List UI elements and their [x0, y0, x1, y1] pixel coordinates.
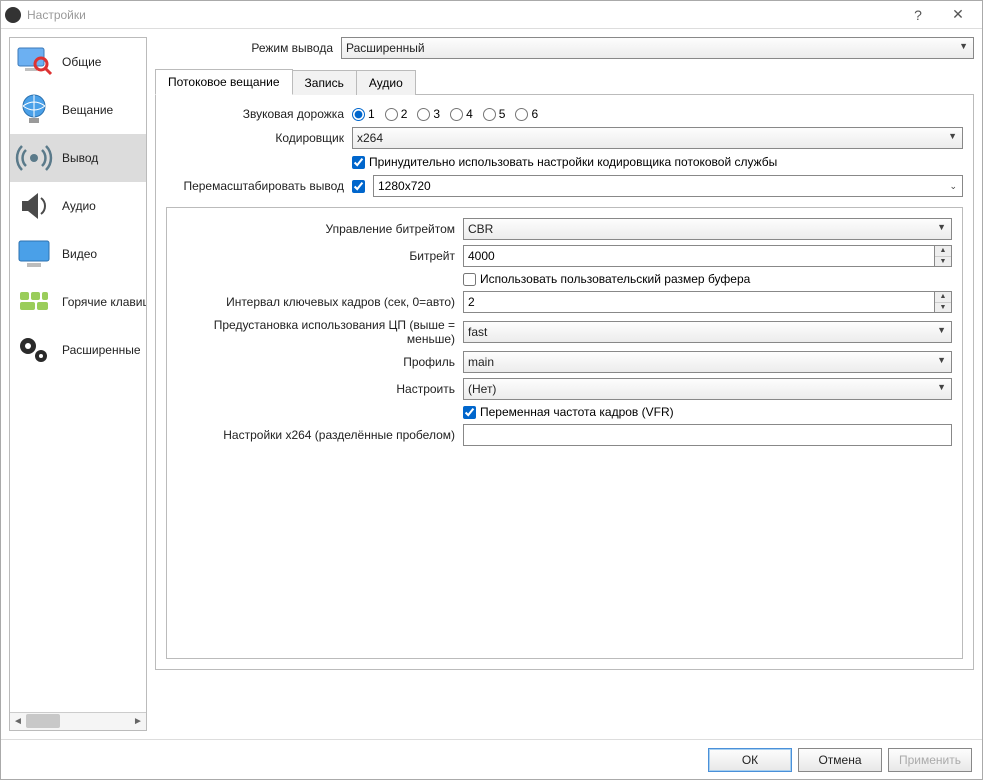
broadcast-icon — [12, 138, 56, 178]
help-button[interactable]: ? — [898, 1, 938, 28]
close-button[interactable]: ✕ — [938, 1, 978, 28]
sidebar-item-label: Вещание — [62, 103, 113, 117]
spin-down-icon[interactable]: ▼ — [935, 303, 951, 313]
window-title: Настройки — [27, 8, 898, 22]
spin-up-icon[interactable]: ▲ — [935, 292, 951, 303]
enforce-checkbox-row[interactable]: Принудительно использовать настройки код… — [352, 155, 777, 169]
audio-track-5[interactable]: 5 — [483, 107, 506, 121]
vfr-label: Переменная частота кадров (VFR) — [480, 405, 674, 419]
sidebar-item-stream[interactable]: Вещание — [10, 86, 146, 134]
audio-track-2[interactable]: 2 — [385, 107, 408, 121]
audio-track-1[interactable]: 1 — [352, 107, 375, 121]
bitrate-spinner[interactable]: ▲▼ — [934, 245, 952, 267]
rate-control-select[interactable]: CBR — [463, 218, 952, 240]
scroll-right-icon[interactable]: ► — [130, 716, 146, 727]
custom-buffer-row[interactable]: Использовать пользовательский размер буф… — [463, 272, 750, 286]
vfr-row[interactable]: Переменная частота кадров (VFR) — [463, 405, 674, 419]
keyint-input[interactable] — [463, 291, 934, 313]
audio-track-6[interactable]: 6 — [515, 107, 538, 121]
x264opts-input[interactable] — [463, 424, 952, 446]
sidebar-item-audio[interactable]: Аудио — [10, 182, 146, 230]
speaker-icon — [12, 186, 56, 226]
sidebar-item-label: Вывод — [62, 151, 98, 165]
streaming-panel: Звуковая дорожка 1 2 3 4 5 6 Кодировщик … — [155, 95, 974, 670]
sidebar-item-video[interactable]: Видео — [10, 230, 146, 278]
audio-track-radios: 1 2 3 4 5 6 — [352, 107, 538, 121]
sidebar-item-general[interactable]: Общие — [10, 38, 146, 86]
sidebar-item-hotkeys[interactable]: Горячие клавиши — [10, 278, 146, 326]
enforce-label: Принудительно использовать настройки код… — [369, 155, 777, 169]
bitrate-input[interactable] — [463, 245, 934, 267]
output-mode-label: Режим вывода — [155, 41, 333, 55]
tune-label: Настроить — [177, 382, 455, 396]
sidebar-item-label: Горячие клавиши — [62, 295, 146, 309]
rescale-combo[interactable]: 1280x720 ⌄ — [373, 175, 963, 197]
rescale-label: Перемасштабировать вывод — [166, 179, 344, 193]
sidebar-item-advanced[interactable]: Расширенные — [10, 326, 146, 374]
titlebar: Настройки ? ✕ — [1, 1, 982, 29]
tab-audio[interactable]: Аудио — [356, 70, 416, 95]
sidebar-item-output[interactable]: Вывод — [10, 134, 146, 182]
scroll-thumb[interactable] — [26, 714, 60, 728]
monitor-icon — [12, 234, 56, 274]
encoder-settings-panel: Управление битрейтом CBR▼ Битрейт ▲▼ Исп… — [166, 207, 963, 659]
custom-buffer-label: Использовать пользовательский размер буф… — [480, 272, 750, 286]
main-panel: Режим вывода Расширенный ▼ Потоковое вещ… — [155, 37, 974, 731]
output-mode-select[interactable]: Расширенный — [341, 37, 974, 59]
encoder-select[interactable]: x264 — [352, 127, 963, 149]
keyint-spinner[interactable]: ▲▼ — [934, 291, 952, 313]
rescale-checkbox[interactable] — [352, 180, 365, 193]
audio-track-label: Звуковая дорожка — [166, 107, 344, 121]
sidebar-item-label: Общие — [62, 55, 101, 69]
tabs: Потоковое вещание Запись Аудио — [155, 69, 974, 95]
bitrate-label: Битрейт — [177, 249, 455, 263]
sidebar-item-label: Аудио — [62, 199, 96, 213]
enforce-checkbox[interactable] — [352, 156, 365, 169]
audio-track-4[interactable]: 4 — [450, 107, 473, 121]
audio-track-3[interactable]: 3 — [417, 107, 440, 121]
sidebar-hscrollbar[interactable]: ◄ ► — [10, 712, 146, 730]
scroll-left-icon[interactable]: ◄ — [10, 716, 26, 727]
spin-down-icon[interactable]: ▼ — [935, 257, 951, 267]
sidebar-item-label: Расширенные — [62, 343, 141, 357]
chevron-down-icon: ⌄ — [949, 181, 957, 192]
globe-icon — [12, 90, 56, 130]
x264opts-label: Настройки x264 (разделённые пробелом) — [177, 428, 455, 442]
monitor-search-icon — [12, 42, 56, 82]
app-icon — [5, 7, 21, 23]
spin-up-icon[interactable]: ▲ — [935, 246, 951, 257]
preset-label: Предустановка использования ЦП (выше = м… — [177, 318, 455, 346]
encoder-label: Кодировщик — [166, 131, 344, 145]
vfr-checkbox[interactable] — [463, 406, 476, 419]
apply-button[interactable]: Применить — [888, 748, 972, 772]
ok-button[interactable]: ОК — [708, 748, 792, 772]
profile-label: Профиль — [177, 355, 455, 369]
profile-select[interactable]: main — [463, 351, 952, 373]
dialog-footer: ОК Отмена Применить — [1, 739, 982, 779]
keyint-label: Интервал ключевых кадров (сек, 0=авто) — [177, 295, 455, 309]
tab-streaming[interactable]: Потоковое вещание — [155, 69, 293, 95]
rate-control-label: Управление битрейтом — [177, 222, 455, 236]
sidebar-item-label: Видео — [62, 247, 97, 261]
gears-icon — [12, 330, 56, 370]
preset-select[interactable]: fast — [463, 321, 952, 343]
tab-recording[interactable]: Запись — [292, 70, 357, 95]
sidebar: Общие Вещание Вывод Аудио — [9, 37, 147, 731]
keyboard-icon — [12, 282, 56, 322]
custom-buffer-checkbox[interactable] — [463, 273, 476, 286]
tune-select[interactable]: (Нет) — [463, 378, 952, 400]
cancel-button[interactable]: Отмена — [798, 748, 882, 772]
